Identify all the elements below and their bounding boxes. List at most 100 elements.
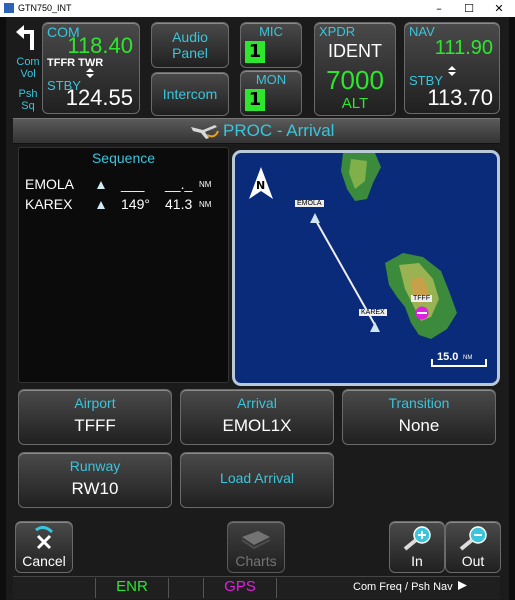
airport-label: TFFF xyxy=(411,295,433,302)
window-title-bar: GTN750_INT – ☐ ✕ xyxy=(0,0,515,17)
north-label: N xyxy=(256,179,266,192)
page-title: PROC - Arrival xyxy=(223,121,335,140)
map-scale: 15.0 NM xyxy=(431,351,487,371)
airport-icon xyxy=(415,306,429,320)
nav-standby-frequency: 113.70 xyxy=(427,85,493,110)
procedure-map[interactable]: N EMOLA KAREX TFFF 15.0 NM xyxy=(232,150,500,386)
xpdr-mode: ALT xyxy=(341,95,369,112)
runway-label: Runway xyxy=(69,458,121,474)
load-arrival-label: Load Arrival xyxy=(220,470,294,486)
nav-active-frequency: 111.90 xyxy=(434,37,493,59)
zoom-out-button[interactable]: Out xyxy=(445,521,501,573)
audio-panel-button[interactable]: Audio Panel xyxy=(151,22,229,68)
status-bar: ENR GPS Com Freq / Psh Nav xyxy=(13,576,500,599)
audio-panel-line1: Audio xyxy=(172,29,208,45)
cancel-label: Cancel xyxy=(22,553,66,569)
com-frequency-key[interactable]: COM 118.40 TFFR TWR STBY 124.55 xyxy=(42,22,140,114)
waypoint-label-emola: EMOLA xyxy=(295,200,324,207)
sequence-caption: Sequence xyxy=(91,150,156,166)
arrival-button[interactable]: Arrival EMOL1X xyxy=(180,389,334,445)
charts-label: Charts xyxy=(235,553,277,569)
psh-line: Psh xyxy=(18,88,38,100)
push-squelch-label: Psh Sq xyxy=(14,88,42,112)
scale-value: 15.0 xyxy=(437,351,459,363)
play-arrow-icon xyxy=(457,581,467,590)
waypoint-label-karex: KAREX xyxy=(359,309,387,316)
map-graphic xyxy=(314,153,457,339)
load-arrival-button[interactable]: Load Arrival xyxy=(180,452,334,508)
knob-hint: Com Freq / Psh Nav xyxy=(353,581,467,593)
swap-arrows-icon xyxy=(448,66,456,76)
zoom-out-label: Out xyxy=(461,553,485,569)
mon-key[interactable]: MON 1 xyxy=(240,70,302,116)
audio-panel-line2: Panel xyxy=(172,45,208,61)
waypoint-distance: __._ xyxy=(165,176,193,192)
nav-label: NAV xyxy=(409,24,435,39)
minimize-button[interactable]: – xyxy=(424,0,454,17)
arrival-label: Arrival xyxy=(237,395,277,411)
runway-value: RW10 xyxy=(71,479,119,498)
cancel-button[interactable]: Cancel xyxy=(15,521,73,573)
waypoint-name: KAREX xyxy=(25,196,73,212)
waypoint-dtk: 149° xyxy=(121,196,150,212)
north-indicator: N xyxy=(249,167,273,199)
zoom-in-icon xyxy=(403,526,431,551)
leg-arrow-icon xyxy=(97,181,105,189)
distance-unit: NM xyxy=(199,180,212,189)
mic-label: MIC xyxy=(259,24,283,39)
mon-value: 1 xyxy=(245,89,265,111)
runway-button[interactable]: Runway RW10 xyxy=(18,452,172,508)
cancel-icon xyxy=(35,526,54,550)
com-active-frequency: 118.40 xyxy=(67,33,133,58)
procedure-plane-icon xyxy=(191,125,219,139)
charts-button[interactable]: Charts xyxy=(227,521,285,573)
waypoint-marker-icon xyxy=(310,213,320,223)
arrival-value: EMOL1X xyxy=(222,416,292,435)
transition-label: Transition xyxy=(388,395,450,411)
xpdr-ident: IDENT xyxy=(328,41,382,61)
back-arrow-icon xyxy=(16,25,34,50)
nav-frequency-key[interactable]: NAV 111.90 STBY 113.70 xyxy=(404,22,500,114)
close-button[interactable]: ✕ xyxy=(484,0,514,17)
enr-annunciator: ENR xyxy=(95,578,169,598)
mic-value: 1 xyxy=(245,41,265,63)
xpdr-code: 7000 xyxy=(326,65,384,95)
sq-line: Sq xyxy=(21,100,35,112)
waypoint-distance: 41.3 xyxy=(165,196,193,212)
com-vol-line1: Com xyxy=(16,56,40,68)
zoom-out-icon xyxy=(459,526,487,551)
gps-annunciator: GPS xyxy=(203,578,277,598)
distance-unit: NM xyxy=(199,200,212,209)
transponder-key[interactable]: XPDR IDENT 7000 ALT xyxy=(314,22,396,116)
transition-value: None xyxy=(398,416,440,435)
com-vol-label: Com Vol xyxy=(14,56,42,80)
waypoint-name: EMOLA xyxy=(25,176,75,192)
airport-button[interactable]: Airport TFFF xyxy=(18,389,172,445)
page-header: PROC - Arrival xyxy=(13,118,500,144)
waypoint-dtk: ___ xyxy=(121,176,145,192)
scale-unit: NM xyxy=(463,355,473,361)
intercom-label: Intercom xyxy=(162,86,218,102)
list-item[interactable]: EMOLA ___ __._ NM xyxy=(25,176,225,196)
mic-key[interactable]: MIC 1 xyxy=(240,22,302,68)
knob-hint-text: Com Freq / Psh Nav xyxy=(353,581,453,593)
intercom-button[interactable]: Intercom xyxy=(151,72,229,116)
xpdr-label: XPDR xyxy=(319,24,356,39)
window-title: GTN750_INT xyxy=(18,3,72,13)
app-icon xyxy=(4,3,14,13)
zoom-in-button[interactable]: In xyxy=(389,521,445,573)
list-item[interactable]: KAREX 149° 41.3 NM xyxy=(25,196,225,216)
waypoint-marker-icon xyxy=(370,322,380,332)
zoom-in-label: In xyxy=(411,553,423,569)
leg-arrow-icon xyxy=(97,201,105,209)
airport-label: Airport xyxy=(74,395,116,411)
maximize-button[interactable]: ☐ xyxy=(454,0,484,17)
back-button[interactable] xyxy=(14,22,40,52)
com-standby-frequency: 124.55 xyxy=(65,85,133,110)
airport-value: TFFF xyxy=(74,416,116,435)
charts-icon xyxy=(241,531,271,549)
com-vol-line2: Vol xyxy=(20,68,36,80)
transition-button[interactable]: Transition None xyxy=(342,389,496,445)
sequence-panel: Sequence EMOLA ___ __._ NM KAREX 149° 41… xyxy=(18,147,229,383)
mon-label: MON xyxy=(255,72,287,87)
